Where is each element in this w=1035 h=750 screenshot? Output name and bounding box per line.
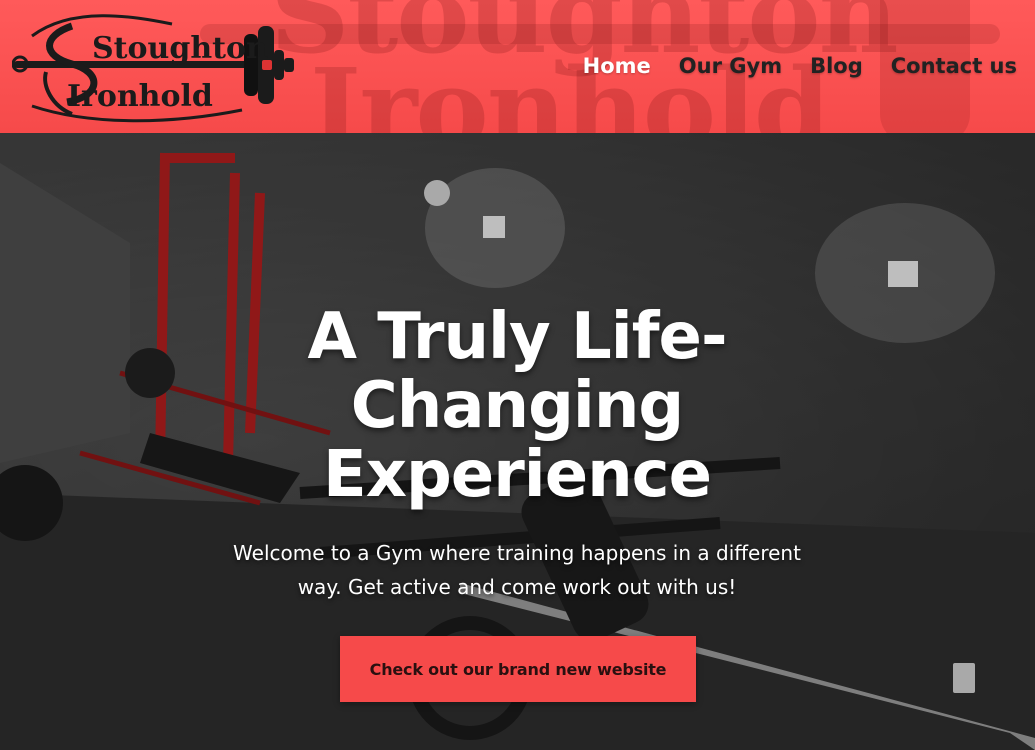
hero-subtitle: Welcome to a Gym where training happens …	[233, 541, 801, 599]
new-website-button[interactable]: Check out our brand new website	[340, 636, 696, 702]
page: Stoughton Ironhold Stoughton Ironhold Ho…	[0, 0, 1035, 750]
nav-contact-us[interactable]: Contact us	[891, 50, 1017, 82]
nav-our-gym[interactable]: Our Gym	[679, 50, 782, 82]
nav-blog[interactable]: Blog	[810, 50, 863, 82]
main-nav: Home Our Gym Blog Contact us	[583, 50, 1017, 82]
barbell-logo-icon: Stoughton Ironhold	[11, 14, 294, 123]
site-header: Stoughton Ironhold Stoughton Ironhold Ho…	[0, 0, 1035, 133]
hero-title: A Truly Life-Changing Experience	[307, 300, 727, 512]
hero-section: A Truly Life-Changing Experience Welcome…	[0, 133, 1035, 750]
site-logo[interactable]: Stoughton Ironhold	[11, 6, 297, 128]
logo-text-line-1: Stoughton	[92, 31, 268, 66]
hero-content: A Truly Life-Changing Experience Welcome…	[0, 133, 1035, 750]
nav-home[interactable]: Home	[583, 50, 651, 82]
logo-text-line-2: Ironhold	[67, 79, 213, 114]
